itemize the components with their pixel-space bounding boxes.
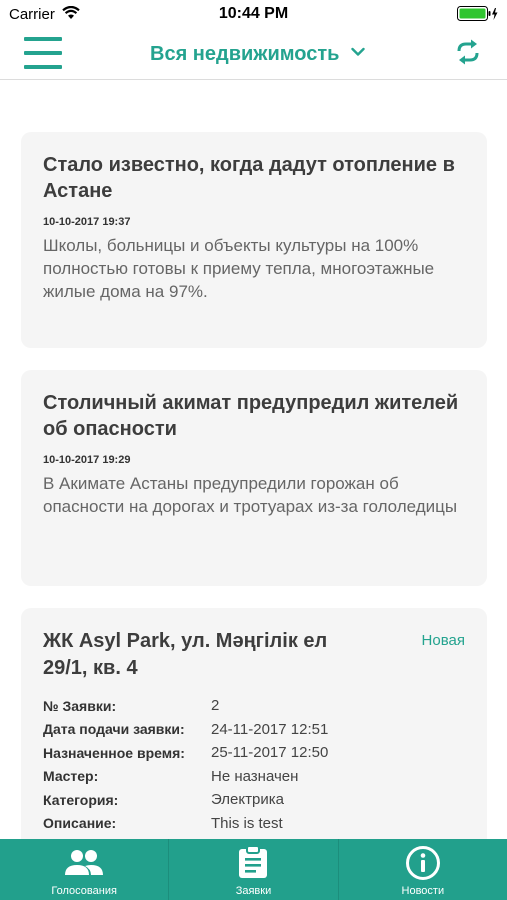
news-card[interactable]: Стало известно, когда дадут отопление в … <box>21 132 487 348</box>
news-card[interactable]: Столичный акимат предупредил жителей об … <box>21 370 487 586</box>
order-details: № Заявки: 2 Дата подачи заявки: 24-11-20… <box>43 694 465 835</box>
order-row-submitted: Дата подачи заявки: 24-11-2017 12:51 <box>43 718 465 742</box>
tab-news[interactable]: Новости <box>337 839 507 900</box>
order-card[interactable]: ЖК Asyl Park, ул. Мәңгілік ел 29/1, кв. … <box>21 608 487 839</box>
order-value: 24-11-2017 12:51 <box>211 720 329 738</box>
page-title: Вся недвижимость <box>150 42 340 65</box>
status-bar: Carrier 10:44 PM <box>0 0 507 28</box>
news-title: Стало известно, когда дадут отопление в … <box>43 154 455 202</box>
menu-icon-bar-middle <box>24 51 62 55</box>
news-text: В Акимате Астаны предупредили горожан об… <box>43 474 458 516</box>
menu-button[interactable] <box>24 34 64 70</box>
tab-label: Новости <box>401 885 445 897</box>
clipboard-icon <box>237 845 269 884</box>
news-date: 10-10-2017 19:37 <box>43 216 131 228</box>
tab-label: Голосования <box>51 885 117 897</box>
order-row-scheduled: Назначенное время: 25-11-2017 12:50 <box>43 741 465 765</box>
menu-icon-bar-bottom <box>24 65 62 69</box>
navigation-bar: Вся недвижимость <box>0 28 507 80</box>
order-row-description: Описание: This is test <box>43 812 465 836</box>
order-row-category: Категория: Электрика <box>43 788 465 812</box>
order-value: Не назначен <box>211 767 299 785</box>
tab-voting[interactable]: Голосования <box>0 839 168 900</box>
tab-requests[interactable]: Заявки <box>168 839 337 900</box>
order-value: Электрика <box>211 791 284 809</box>
order-label: Описание: <box>43 815 117 832</box>
order-label: Назначенное время: <box>43 744 185 761</box>
order-label: Мастер: <box>43 768 99 785</box>
order-value: 25-11-2017 12:50 <box>211 744 329 762</box>
order-value: 2 <box>211 697 220 715</box>
order-value: This is test <box>211 814 283 832</box>
news-title: Столичный акимат предупредил жителей об … <box>43 392 459 440</box>
status-badge: Новая <box>421 632 465 649</box>
order-label: № Заявки: <box>43 697 117 714</box>
status-time: 10:44 PM <box>218 5 289 22</box>
news-date: 10-10-2017 19:29 <box>43 454 131 466</box>
battery-icon <box>457 6 499 27</box>
info-icon <box>405 845 441 886</box>
content-list[interactable]: Стало известно, когда дадут отопление в … <box>0 81 507 839</box>
property-selector[interactable]: Вся недвижимость <box>150 40 366 68</box>
order-label: Дата подачи заявки: <box>43 721 185 738</box>
order-row-master: Мастер: Не назначен <box>43 765 465 789</box>
order-row-number: № Заявки: 2 <box>43 694 465 718</box>
tab-bar: Голосования Заявки Новости <box>0 839 507 900</box>
menu-icon-bar-top <box>24 37 62 41</box>
refresh-button[interactable] <box>455 38 481 66</box>
people-icon <box>63 847 105 882</box>
order-label: Категория: <box>43 791 119 808</box>
news-text: Школы, больницы и объекты культуры на 10… <box>43 236 435 301</box>
order-address: ЖК Asyl Park, ул. Мәңгілік ел 29/1, кв. … <box>43 630 328 679</box>
refresh-icon <box>457 39 479 65</box>
tab-label: Заявки <box>235 885 272 897</box>
chevron-down-icon <box>351 44 366 62</box>
